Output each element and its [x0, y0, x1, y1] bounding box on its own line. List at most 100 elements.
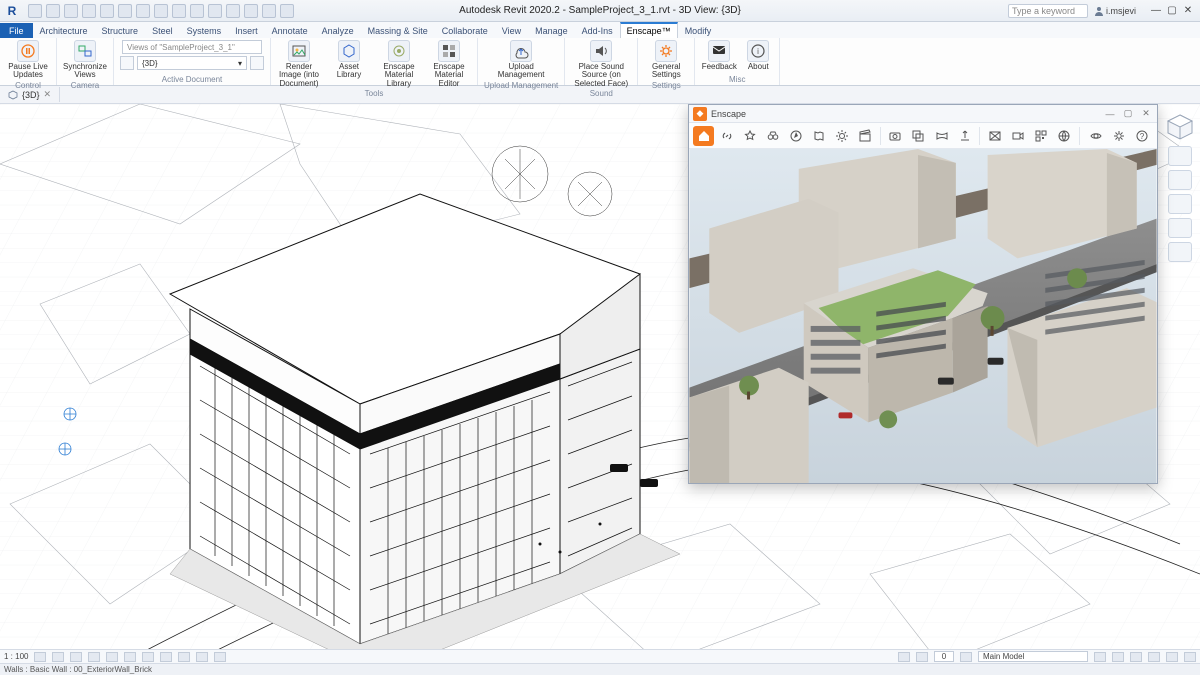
viewport-3d[interactable]: ◆ Enscape — ▢ ✕	[0, 104, 1200, 649]
tab-collaborate[interactable]: Collaborate	[435, 23, 495, 38]
qat-text-icon[interactable]	[136, 4, 150, 18]
view-cube[interactable]	[1165, 112, 1195, 142]
tab-manage[interactable]: Manage	[528, 23, 575, 38]
enscape-close-button[interactable]: ✕	[1139, 108, 1153, 119]
nav-home-icon[interactable]	[1168, 146, 1192, 166]
map-mode-icon[interactable]	[809, 126, 830, 146]
place-sound-button[interactable]: Place Sound Source (on Selected Face)	[571, 40, 631, 88]
tab-insert[interactable]: Insert	[228, 23, 265, 38]
sync-views-button[interactable]: Synchronize Views	[63, 40, 107, 80]
qat-close-hidden-icon[interactable]	[244, 4, 258, 18]
settings-visual-icon[interactable]	[1086, 126, 1107, 146]
qat-dim-icon[interactable]	[154, 4, 168, 18]
tab-addins[interactable]: Add-Ins	[575, 23, 620, 38]
tab-structure[interactable]: Structure	[95, 23, 146, 38]
sun-icon[interactable]	[832, 126, 853, 146]
shadows-icon[interactable]	[88, 652, 100, 662]
panorama-icon[interactable]	[931, 126, 952, 146]
enscape-titlebar[interactable]: ◆ Enscape — ▢ ✕	[689, 105, 1157, 123]
batch-render-icon[interactable]	[908, 126, 929, 146]
enscape-minimize-button[interactable]: —	[1103, 109, 1117, 119]
nav-orbit-icon[interactable]	[1168, 242, 1192, 262]
view-tab-close-icon[interactable]: ✕	[44, 89, 52, 100]
enscape-render-viewport[interactable]	[689, 149, 1157, 483]
minimize-button[interactable]: —	[1148, 4, 1164, 18]
general-settings-button[interactable]: General Settings	[644, 40, 688, 80]
detail-level-icon[interactable]	[34, 652, 46, 662]
selection-toggle-icon[interactable]	[898, 652, 910, 662]
favorite-icon[interactable]	[739, 126, 760, 146]
material-editor-button[interactable]: Enscape Material Editor	[427, 40, 471, 88]
web-icon[interactable]	[1054, 126, 1075, 146]
scale-label[interactable]: 1 : 100	[4, 652, 28, 661]
crop-region-icon[interactable]	[142, 652, 154, 662]
filter-icon[interactable]	[916, 652, 928, 662]
maximize-button[interactable]: ▢	[1164, 4, 1180, 18]
asset-library-button[interactable]: Asset Library	[327, 40, 371, 80]
refresh-view-icon[interactable]	[250, 56, 264, 70]
view-list-icon[interactable]	[120, 56, 134, 70]
select-pinned-icon[interactable]	[1130, 652, 1142, 662]
mono-icon[interactable]	[984, 126, 1005, 146]
qat-sync-icon[interactable]	[208, 4, 222, 18]
link-icon[interactable]	[716, 126, 737, 146]
qat-section-icon[interactable]	[172, 4, 186, 18]
select-links-icon[interactable]	[1094, 652, 1106, 662]
select-face-icon[interactable]	[1148, 652, 1160, 662]
tab-steel[interactable]: Steel	[145, 23, 180, 38]
enscape-window[interactable]: ◆ Enscape — ▢ ✕	[688, 104, 1158, 484]
qr-icon[interactable]	[1030, 126, 1051, 146]
tab-annotate[interactable]: Annotate	[265, 23, 315, 38]
qat-thin-lines-icon[interactable]	[226, 4, 240, 18]
nav-pan-icon[interactable]	[1168, 194, 1192, 214]
nav-zoom-icon[interactable]	[1168, 218, 1192, 238]
qat-save-icon[interactable]	[46, 4, 60, 18]
help-search-input[interactable]: Type a keyword	[1008, 4, 1088, 18]
reveal-hidden-icon[interactable]	[196, 652, 208, 662]
screenshot-icon[interactable]	[885, 126, 906, 146]
drag-elements-icon[interactable]	[1166, 652, 1178, 662]
close-button[interactable]: ✕	[1180, 4, 1196, 18]
view-tab-3d[interactable]: {3D} ✕	[0, 87, 60, 102]
material-library-button[interactable]: Enscape Material Library	[377, 40, 421, 88]
select-underlay-icon[interactable]	[1112, 652, 1124, 662]
pause-live-updates-button[interactable]: Pause Live Updates	[6, 40, 50, 80]
design-options-icon[interactable]	[960, 652, 972, 662]
rendering-icon[interactable]	[106, 652, 118, 662]
tab-modify[interactable]: Modify	[678, 23, 719, 38]
visual-style-icon[interactable]	[52, 652, 64, 662]
about-button[interactable]: i About	[743, 40, 773, 71]
qat-3d-icon[interactable]	[190, 4, 204, 18]
clapper-icon[interactable]	[855, 126, 876, 146]
qat-dropdown-icon[interactable]	[280, 4, 294, 18]
filter-count-icon[interactable]	[1184, 652, 1196, 662]
tab-systems[interactable]: Systems	[180, 23, 229, 38]
binoculars-icon[interactable]	[762, 126, 783, 146]
tab-analyze[interactable]: Analyze	[315, 23, 361, 38]
tab-architecture[interactable]: Architecture	[33, 23, 95, 38]
feedback-button[interactable]: Feedback	[701, 40, 737, 71]
tab-enscape[interactable]: Enscape™	[620, 22, 678, 38]
views-of-field[interactable]: Views of "SampleProject_3_1"	[122, 40, 262, 54]
user-account[interactable]: i.msjevi	[1094, 6, 1136, 16]
enscape-help-icon[interactable]: ?	[1132, 126, 1153, 146]
qat-redo-icon[interactable]	[82, 4, 96, 18]
qat-open-icon[interactable]	[28, 4, 42, 18]
qat-print-icon[interactable]	[100, 4, 114, 18]
enscape-maximize-button[interactable]: ▢	[1121, 108, 1135, 119]
tab-view[interactable]: View	[495, 23, 528, 38]
compass-icon[interactable]	[785, 126, 806, 146]
render-image-button[interactable]: Render Image (into Document)	[277, 40, 321, 88]
home-icon[interactable]	[693, 126, 714, 146]
qat-measure-icon[interactable]	[118, 4, 132, 18]
tab-file[interactable]: File	[0, 23, 33, 38]
lock-3d-icon[interactable]	[160, 652, 172, 662]
sun-path-icon[interactable]	[70, 652, 82, 662]
worksharing-icon[interactable]	[214, 652, 226, 662]
video-icon[interactable]	[1007, 126, 1028, 146]
nav-wheel-icon[interactable]	[1168, 170, 1192, 190]
temp-hide-icon[interactable]	[178, 652, 190, 662]
upload-management-button[interactable]: Upload Management	[499, 40, 543, 80]
tab-massing[interactable]: Massing & Site	[361, 23, 435, 38]
zero-field[interactable]: 0	[934, 651, 954, 662]
